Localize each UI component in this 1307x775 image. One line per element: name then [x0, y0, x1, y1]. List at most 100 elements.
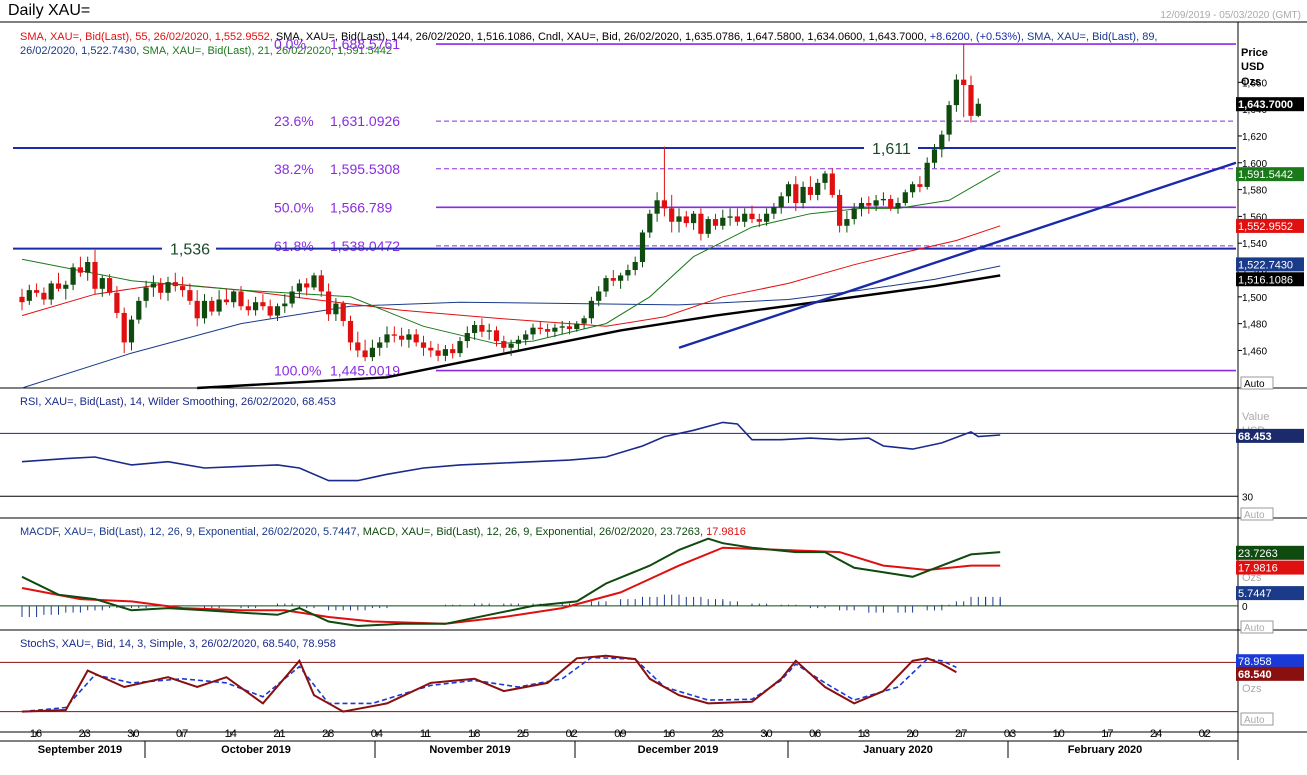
x-tick-label-17: 13: [858, 728, 870, 740]
candle-body-102: [764, 213, 770, 222]
fib-value-2: 1,595.5308: [330, 161, 400, 177]
level-label-0: 1,611: [872, 141, 911, 158]
x-tick-label-10: 25: [517, 728, 529, 740]
rsi-value-text: 68.453: [1238, 431, 1272, 443]
macd-signal-line: [21, 546, 1001, 625]
candle-body-34: [267, 306, 273, 316]
candle-body-48: [369, 347, 375, 358]
candle-body-108: [807, 186, 813, 195]
candle-body-58: [442, 349, 448, 356]
candle-body-86: [647, 213, 653, 233]
price-tick-label-4: 1,540: [1242, 239, 1267, 250]
candle-body-17: [143, 287, 149, 301]
candle-body-59: [450, 349, 456, 354]
candle-body-64: [486, 330, 492, 332]
x-tick-label-9: 18: [468, 728, 480, 740]
candle-body-20: [165, 282, 171, 293]
candle-body-126: [939, 134, 945, 150]
candle-body-79: [596, 291, 602, 301]
fib-value-3: 1,566.789: [330, 199, 392, 215]
macd-line: [21, 537, 1001, 628]
candle-body-76: [574, 323, 580, 330]
candle-body-94: [705, 219, 711, 234]
rsi-unit-1: Value: [1242, 411, 1269, 423]
candle-body-81: [610, 278, 616, 281]
fib-pct-0: 0.0%: [274, 36, 306, 52]
candle-body-11: [99, 278, 105, 289]
level-label-1: 1,536: [170, 242, 210, 259]
candle-body-22: [180, 286, 186, 291]
fib-pct-5: 100.0%: [274, 363, 321, 379]
candle-body-12: [107, 278, 113, 293]
value-tag-text-sma55: 1,552.9552: [1238, 221, 1293, 233]
candle-body-113: [844, 219, 850, 226]
fib-pct-1: 23.6%: [274, 113, 314, 129]
candle-body-84: [632, 261, 638, 271]
rsi-line: [21, 421, 1001, 482]
candle-body-117: [873, 200, 879, 206]
rsi-tick-30: 30: [1242, 492, 1254, 503]
candle-body-28: [223, 299, 229, 303]
x-tick-label-12: 09: [614, 728, 626, 740]
candle-body-27: [216, 299, 222, 312]
candle-body-90: [676, 216, 682, 222]
candle-body-2: [34, 290, 40, 293]
candle-body-41: [318, 275, 324, 292]
candle-body-115: [858, 202, 865, 209]
candle-body-9: [85, 261, 91, 273]
x-tick-label-1: 23: [79, 728, 91, 740]
candle-body-43: [333, 303, 339, 315]
candle-body-116: [866, 202, 872, 206]
candle-body-19: [158, 283, 164, 293]
value-tag-text-sma89: 1,522.7430: [1238, 259, 1293, 271]
candle-body-75: [566, 326, 573, 330]
candle-body-67: [508, 343, 514, 348]
x-tick-label-20: 03: [1004, 728, 1016, 740]
x-tick-label-4: 14: [225, 728, 237, 740]
candle-body-92: [691, 213, 697, 224]
candle-body-73: [552, 327, 558, 332]
x-tick-label-24: 02: [1199, 728, 1211, 740]
candle-body-74: [559, 326, 565, 328]
candle-body-52: [399, 335, 405, 340]
fib-value-0: 1,688.5761: [330, 36, 400, 52]
candle-body-18: [150, 283, 156, 288]
price-tick-label-2: 1,500: [1242, 293, 1267, 304]
auto-label-1: Auto: [1244, 510, 1265, 521]
candle-body-104: [778, 196, 784, 208]
candle-body-62: [472, 324, 478, 334]
x-tick-label-22: 17: [1101, 728, 1113, 740]
candle-body-70: [530, 327, 536, 335]
macd-tag-text-signal: 17.9816: [1238, 563, 1278, 575]
candle-body-29: [231, 291, 237, 303]
fib-pct-4: 61.8%: [274, 238, 314, 254]
candle-body-54: [413, 334, 419, 343]
candle-body-120: [895, 202, 901, 209]
candle-body-101: [756, 219, 762, 222]
candle-body-53: [406, 334, 412, 340]
candle-body-47: [362, 350, 368, 358]
x-tick-label-18: 20: [906, 728, 918, 740]
stoch-k-text: 68.540: [1238, 669, 1272, 681]
x-tick-label-6: 28: [322, 728, 334, 740]
candle-body-39: [304, 283, 310, 288]
value-tag-text-sma144: 1,516.1086: [1238, 274, 1293, 286]
candle-body-0: [19, 296, 25, 303]
candle-body-40: [311, 275, 317, 288]
x-tick-label-16: 06: [809, 728, 821, 740]
candle-body-46: [355, 342, 361, 351]
candle-body-82: [618, 275, 624, 281]
candle-body-61: [464, 333, 470, 342]
trendline: [678, 161, 1237, 349]
candle-body-4: [48, 283, 54, 300]
x-tick-label-11: 02: [566, 728, 578, 740]
stoch-unit: Ozs: [1242, 683, 1262, 695]
candle-body-1: [26, 290, 32, 301]
candle-body-69: [523, 334, 529, 340]
x-tick-label-7: 04: [371, 728, 383, 740]
candle-body-7: [70, 267, 76, 285]
candle-body-71: [537, 327, 543, 330]
candle-body-87: [654, 200, 660, 214]
candle-body-119: [888, 198, 894, 209]
value-tag-text-sma21: 1,591.5442: [1238, 169, 1293, 181]
